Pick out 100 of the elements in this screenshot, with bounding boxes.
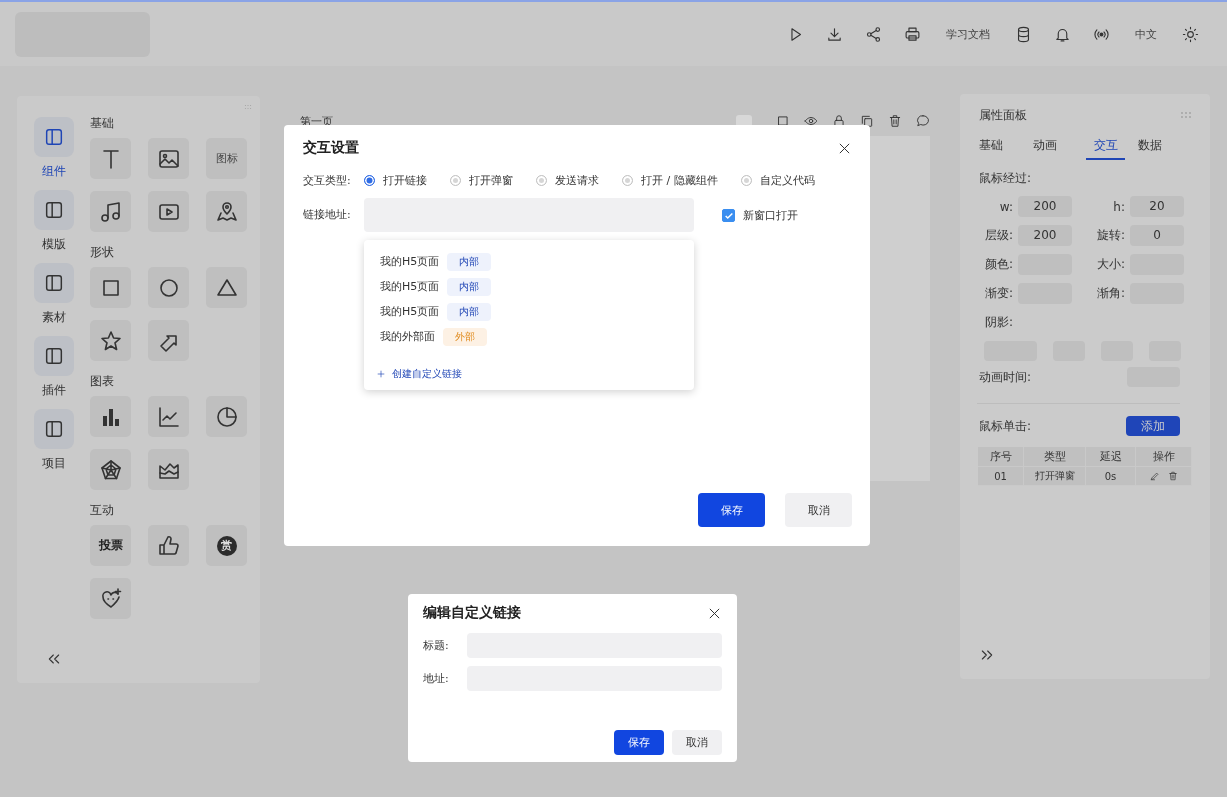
panel-tab[interactable]: 动画: [1032, 137, 1087, 160]
radio-button[interactable]: [536, 175, 547, 186]
input-field[interactable]: 0: [1130, 225, 1184, 246]
component-tile[interactable]: [148, 449, 189, 490]
save-button[interactable]: 保存: [698, 493, 765, 527]
radio-label[interactable]: 打开弹窗: [469, 173, 513, 188]
menu-item[interactable]: 我的H5页面: [380, 279, 440, 294]
thumbs-up-icon: [156, 533, 181, 558]
field-label: h:: [1112, 199, 1125, 214]
menu-item[interactable]: 我的外部面: [380, 329, 435, 344]
radio-label[interactable]: 自定义代码: [759, 173, 815, 188]
component-tile[interactable]: [206, 396, 247, 437]
section-label: 动画时间:: [979, 368, 1032, 386]
nav-label[interactable]: 项目: [41, 455, 66, 472]
tag: 内部: [447, 302, 492, 321]
panel-tab[interactable]: 基础: [979, 137, 1033, 160]
printer-icon[interactable]: [904, 25, 921, 43]
component-tile[interactable]: [148, 138, 189, 179]
input-field[interactable]: 20: [1130, 196, 1184, 217]
copy-icon[interactable]: [860, 114, 874, 128]
map-pin-icon: [214, 199, 239, 224]
column-header: 操作: [1136, 447, 1192, 467]
component-tile[interactable]: 赏: [206, 525, 247, 566]
nav-label[interactable]: 插件: [41, 382, 66, 399]
section-title: 形状: [90, 244, 115, 261]
download-icon[interactable]: [826, 25, 843, 43]
nav-tab[interactable]: [33, 263, 74, 303]
lock-icon[interactable]: [832, 114, 846, 128]
menu-item[interactable]: 我的H5页面: [380, 304, 440, 319]
field-label: 颜色:: [983, 256, 1013, 273]
checkmark-icon: [723, 210, 734, 221]
radio-label[interactable]: 打开链接: [383, 173, 427, 188]
language-link[interactable]: 中文: [1135, 26, 1157, 42]
checkbox-label[interactable]: 新窗口打开: [743, 208, 798, 223]
coin-badge: 赏: [216, 535, 237, 556]
field-label: 交互类型:: [303, 173, 352, 188]
nav-tab[interactable]: [33, 336, 74, 376]
input-field[interactable]: 200: [1018, 225, 1072, 246]
component-tile[interactable]: [90, 449, 131, 490]
database-icon[interactable]: [1015, 25, 1032, 43]
radio-button[interactable]: [622, 175, 633, 186]
nav-label[interactable]: 素材: [41, 309, 66, 326]
radio-label[interactable]: 发送请求: [555, 173, 599, 188]
save-button[interactable]: 保存: [614, 730, 664, 755]
dialog-title: 编辑自定义链接: [423, 604, 521, 622]
component-tile[interactable]: [148, 396, 189, 437]
add-button[interactable]: 添加: [1126, 416, 1180, 436]
create-link[interactable]: 创建自定义链接: [376, 367, 462, 381]
plus-icon: [376, 369, 386, 379]
panel-tab[interactable]: 数据: [1138, 137, 1192, 160]
sun-icon[interactable]: [1182, 25, 1199, 43]
column-header: 序号: [978, 447, 1024, 467]
comment-icon[interactable]: [916, 114, 930, 128]
column-header: 类型: [1024, 447, 1086, 467]
tag: 外部: [443, 327, 487, 346]
component-tile[interactable]: [90, 396, 131, 437]
component-tile[interactable]: [148, 267, 189, 308]
panel-tab[interactable]: 交互: [1086, 137, 1126, 160]
nav-tab[interactable]: [33, 117, 74, 157]
input-field[interactable]: 200: [1018, 196, 1072, 217]
section-title: 基础: [90, 115, 115, 132]
component-tile[interactable]: [90, 578, 131, 619]
component-tile[interactable]: [148, 320, 189, 361]
docs-link[interactable]: 学习文档: [946, 26, 990, 42]
component-tile[interactable]: [148, 191, 189, 232]
radio-label[interactable]: 打开 / 隐藏组件: [641, 173, 718, 188]
trash-icon[interactable]: [888, 114, 902, 128]
expand-icon[interactable]: [979, 647, 995, 663]
square-icon[interactable]: [776, 114, 790, 128]
edit-icon[interactable]: [1149, 471, 1160, 481]
component-tile[interactable]: [90, 138, 131, 179]
component-tile[interactable]: 图标: [206, 138, 247, 179]
cancel-button[interactable]: 取消: [672, 730, 722, 755]
section-title: 图表: [90, 373, 115, 390]
tag: 内部: [447, 252, 492, 271]
section-label: 阴影:: [985, 314, 1015, 331]
share-icon[interactable]: [865, 25, 882, 43]
checkbox[interactable]: [722, 209, 735, 222]
component-tile[interactable]: [148, 525, 189, 566]
eye-icon[interactable]: [804, 114, 818, 128]
component-tile[interactable]: [90, 267, 131, 308]
component-tile[interactable]: [206, 267, 247, 308]
line-chart-icon: [156, 404, 181, 429]
nav-label[interactable]: 模版: [41, 236, 66, 253]
section-label: 鼠标单击:: [979, 417, 1032, 435]
menu-item[interactable]: 我的H5页面: [380, 254, 440, 269]
cancel-button[interactable]: 取消: [785, 493, 852, 527]
radio-button[interactable]: [740, 175, 752, 186]
component-tile[interactable]: 投票: [90, 525, 131, 566]
nav-tab[interactable]: [33, 409, 74, 449]
nav-tab[interactable]: [33, 190, 74, 230]
component-tile[interactable]: [206, 191, 247, 232]
component-tile[interactable]: [90, 320, 131, 361]
field-label: 地址:: [423, 671, 450, 686]
component-tile[interactable]: [90, 191, 131, 232]
nav-label[interactable]: 组件: [41, 163, 66, 180]
radio-button[interactable]: [450, 175, 461, 186]
field-label: 链接地址:: [303, 207, 352, 222]
trash-icon[interactable]: [1167, 471, 1178, 481]
radio-button[interactable]: [364, 175, 375, 186]
